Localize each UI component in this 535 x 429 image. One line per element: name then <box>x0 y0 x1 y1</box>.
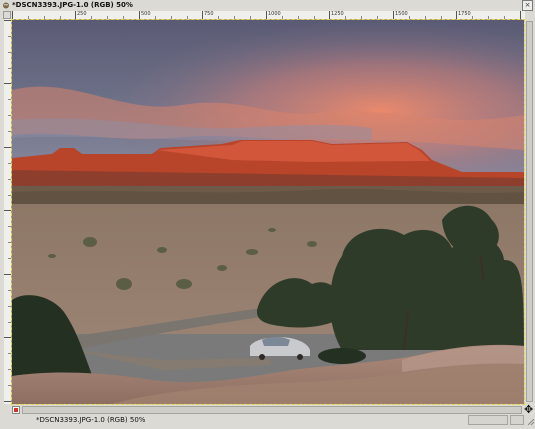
ruler-label: 1750 <box>458 11 471 17</box>
navigate-icon[interactable]: ✥ <box>524 404 533 415</box>
resize-grip-icon[interactable] <box>527 418 534 425</box>
horizontal-ruler[interactable]: 250 500 750 1000 1250 1500 1750 <box>12 11 525 20</box>
landscape-photo <box>12 20 524 404</box>
car-in-photo <box>250 337 310 360</box>
cancel-button[interactable] <box>510 415 524 425</box>
vertical-ruler[interactable] <box>4 19 12 404</box>
quick-mask-toggle-icon[interactable] <box>12 406 20 414</box>
ruler-label: 1500 <box>395 11 408 17</box>
close-icon: × <box>524 1 531 9</box>
ruler-label: 1000 <box>268 11 281 17</box>
ruler-label: 750 <box>204 11 214 17</box>
progress-field <box>468 415 508 425</box>
menu-button[interactable] <box>3 11 11 19</box>
ruler-label: 1250 <box>331 11 344 17</box>
ruler-label: 500 <box>141 11 151 17</box>
window-titlebar[interactable]: *DSCN3393.JPG-1.0 (RGB) 50% × <box>0 0 535 11</box>
status-text: *DSCN3393.JPG-1.0 (RGB) 50% <box>36 416 146 424</box>
ruler-label: 250 <box>77 11 87 17</box>
horizontal-scroll-thumb[interactable] <box>22 406 522 414</box>
gimp-wilber-icon <box>3 2 9 9</box>
status-area: ✥ *DSCN3393.JPG-1.0 (RGB) 50% <box>0 404 535 429</box>
vertical-ruler-ticks <box>4 20 11 402</box>
vertical-scrollbar[interactable] <box>525 19 534 404</box>
window-title: *DSCN3393.JPG-1.0 (RGB) 50% <box>12 1 133 9</box>
image-canvas[interactable] <box>11 19 525 405</box>
horizontal-scrollbar[interactable] <box>22 406 522 414</box>
close-button[interactable]: × <box>522 0 533 11</box>
vertical-scroll-thumb[interactable] <box>526 21 533 402</box>
